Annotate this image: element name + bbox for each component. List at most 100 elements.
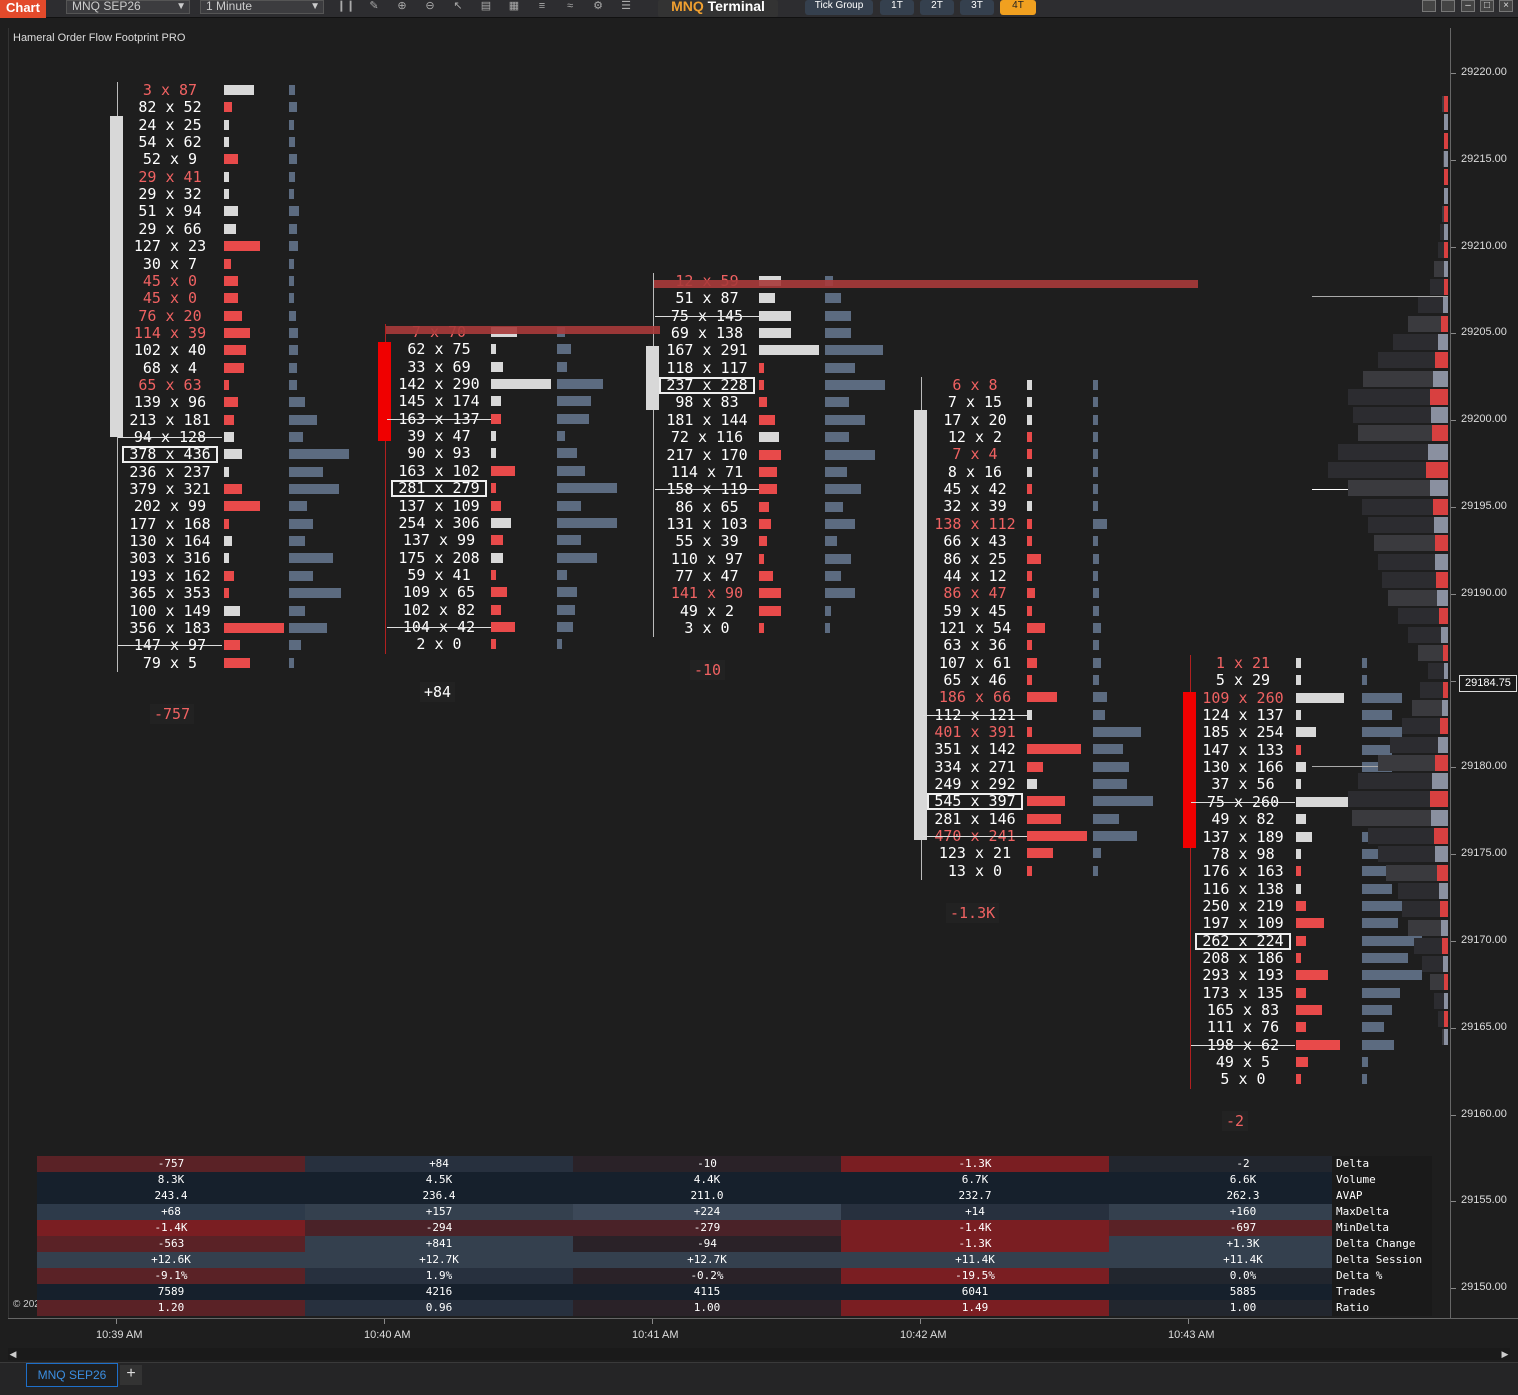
volume-profile-delta <box>1439 608 1448 625</box>
imbalance-bar <box>491 621 515 632</box>
volume-profile-delta <box>1444 1011 1448 1027</box>
imbalance-bar <box>224 310 242 321</box>
summary-cell: 1.49 <box>841 1300 1109 1316</box>
volume-bar <box>1362 1005 1392 1015</box>
list-icon[interactable]: ☰ <box>616 0 636 14</box>
volume-bar <box>825 466 847 477</box>
imbalance-bar <box>224 293 238 304</box>
footprint-cell: 104 x 42 <box>387 618 491 636</box>
volume-bar <box>825 588 855 599</box>
imbalance-bar <box>224 466 229 477</box>
footprint-cell: 98 x 83 <box>675 393 739 412</box>
summary-cell: 1.9% <box>305 1268 573 1284</box>
volume-profile-delta <box>1431 407 1448 424</box>
volume-bar <box>557 621 573 632</box>
tick-group-button[interactable]: Tick Group <box>805 0 873 15</box>
imbalance-bar <box>1027 414 1032 425</box>
imbalance-bar <box>491 396 501 407</box>
chart-style-icon[interactable]: ≈ <box>560 0 580 14</box>
imbalance-bar <box>759 605 781 616</box>
summary-cell: +157 <box>305 1204 573 1220</box>
footprint-cell: 173 x 135 <box>1202 983 1284 1002</box>
volume-profile-delta <box>1444 169 1448 186</box>
imbalance-bar <box>759 623 764 633</box>
footprint-cell: 112 x 121 <box>923 706 1027 724</box>
footprint-cell: 197 x 109 <box>1202 914 1284 933</box>
window-link-icon[interactable] <box>1441 0 1455 12</box>
horizontal-scrollbar[interactable]: ◀ ▶ <box>8 1348 1510 1360</box>
tick-1t-button[interactable]: 1T <box>880 0 914 15</box>
volume-bar <box>1093 813 1119 824</box>
volume-bar <box>1362 710 1392 721</box>
summary-cell: +84 <box>305 1156 573 1172</box>
scroll-right-icon[interactable]: ▶ <box>1500 1348 1510 1360</box>
footprint-cell: 137 x 99 <box>402 531 476 550</box>
imbalance-bar <box>1296 866 1301 877</box>
data-box-icon[interactable]: ▤ <box>476 0 496 14</box>
volume-profile-delta <box>1444 205 1448 222</box>
footprint-cell: 145 x 174 <box>398 392 480 411</box>
volume-bar <box>1093 831 1137 842</box>
summary-row-label: AVAP <box>1332 1188 1432 1204</box>
tick-3t-button[interactable]: 3T <box>960 0 994 15</box>
scroll-left-icon[interactable]: ◀ <box>8 1348 18 1360</box>
imbalance-bar <box>1296 831 1312 842</box>
add-tab-button[interactable]: + <box>120 1365 142 1385</box>
sheet-tab-mnq[interactable]: MNQ SEP26 <box>26 1363 118 1387</box>
volume-bar <box>1093 518 1107 529</box>
footprint-cell: 17 x 20 <box>943 410 1007 429</box>
close-icon[interactable]: × <box>1499 0 1513 12</box>
summary-cell: -294 <box>305 1220 573 1236</box>
price-tick-label: 29215.00 <box>1451 152 1507 165</box>
footprint-cell: 158 x 119 <box>655 481 759 498</box>
summary-row-label: Delta Change <box>1332 1236 1432 1252</box>
chevron-down-icon: ▼ <box>176 1 186 12</box>
strategies-icon[interactable]: ▦ <box>504 0 524 14</box>
footprint-cell: 202 x 99 <box>133 497 207 516</box>
imbalance-bar <box>224 206 238 217</box>
chart-menu-button[interactable]: Chart <box>0 0 46 18</box>
interval-selector[interactable]: 1 Minute ▼ <box>200 0 324 14</box>
summary-cell: 232.7 <box>841 1188 1109 1204</box>
time-axis[interactable]: 10:39 AM 10:40 AM 10:41 AM 10:42 AM 10:43 AM <box>8 1318 1518 1346</box>
imbalance-bar <box>1027 779 1037 790</box>
tick-2t-button[interactable]: 2T <box>920 0 954 15</box>
time-tick-label: 10:39 AM <box>96 1319 143 1341</box>
indicator-label: Hameral Order Flow Footprint PRO <box>13 32 186 44</box>
terminal-badge[interactable]: MNQ Terminal <box>658 0 778 17</box>
zoom-in-icon[interactable]: ⊕ <box>392 0 412 14</box>
volume-bar <box>289 449 349 460</box>
instrument-selector[interactable]: MNQ SEP26 ▼ <box>66 0 190 14</box>
summary-cell: +841 <box>305 1236 573 1252</box>
candle-body <box>646 346 659 410</box>
tick-4t-button[interactable]: 4T <box>1000 0 1036 15</box>
volume-bar <box>289 345 298 356</box>
imbalance-bar <box>491 465 515 476</box>
volume-bar <box>557 465 585 476</box>
summary-cell: 1.00 <box>573 1300 841 1316</box>
minimize-icon[interactable]: – <box>1461 0 1475 12</box>
price-axis[interactable]: 29220.00 29215.00 29210.00 29205.00 29200.00… <box>1450 28 1518 1318</box>
volume-bar <box>1362 1022 1384 1033</box>
window-pin-icon[interactable] <box>1422 0 1436 12</box>
maximize-icon[interactable]: □ <box>1480 0 1494 12</box>
footprint-cell: 52 x 9 <box>142 150 198 169</box>
volume-bar <box>1093 397 1098 408</box>
pointer-icon[interactable]: ↖ <box>448 0 468 14</box>
summary-cell: 243.4 <box>37 1188 305 1204</box>
footprint-cell: 45 x 0 <box>142 289 198 308</box>
imbalance-bar <box>224 327 250 338</box>
footprint-cell: 163 x 102 <box>398 461 480 480</box>
properties-icon[interactable]: ⚙ <box>588 0 608 14</box>
volume-profile-delta <box>1444 187 1448 204</box>
zoom-out-icon[interactable]: ⊖ <box>420 0 440 14</box>
volume-bar <box>289 310 296 321</box>
imbalance-bar <box>1027 744 1081 755</box>
volume-bar <box>825 570 841 581</box>
bars-icon[interactable]: ❙❙ <box>336 0 356 14</box>
volume-bar <box>557 344 571 355</box>
volume-profile-delta <box>1441 919 1448 936</box>
indicators-icon[interactable]: ≡ <box>532 0 552 14</box>
draw-icon[interactable]: ✎ <box>364 0 384 14</box>
footprint-cell: 109 x 260 <box>1202 688 1284 707</box>
